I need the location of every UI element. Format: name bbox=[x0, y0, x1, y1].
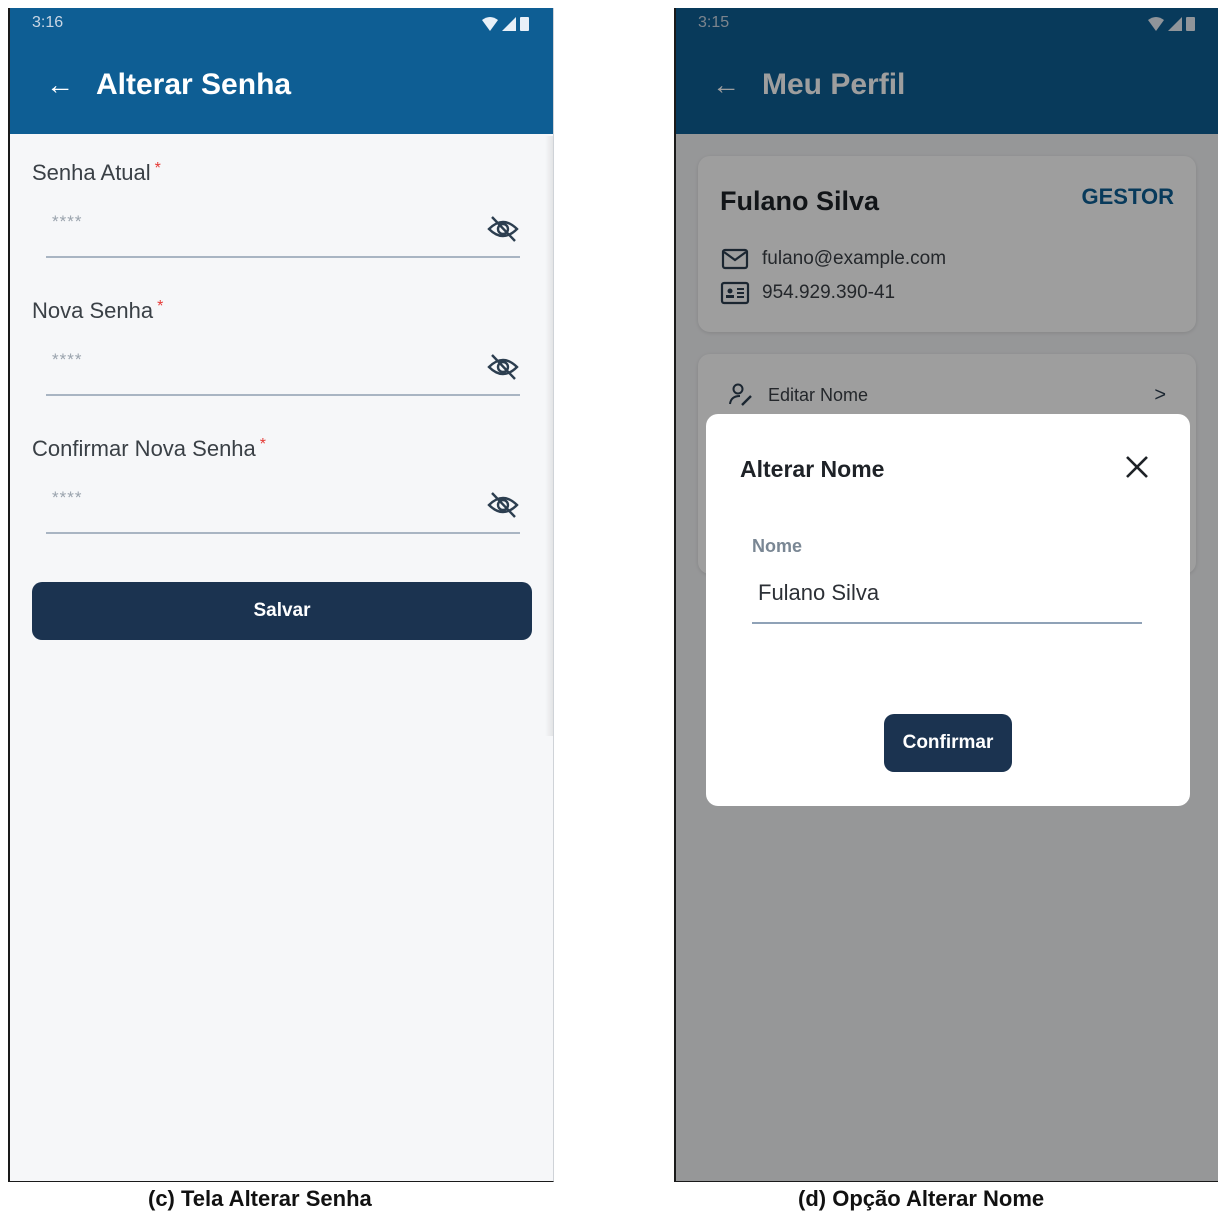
required-mark: * bbox=[157, 298, 164, 315]
caption-left: (c) Tela Alterar Senha bbox=[148, 1186, 372, 1211]
name-input[interactable]: Fulano Silva bbox=[752, 566, 1142, 624]
confirm-password-label-text: Confirmar Nova Senha bbox=[32, 436, 256, 461]
app-bar: 3:16 ← Alterar Senha bbox=[10, 8, 553, 134]
status-bar: 3:16 bbox=[10, 8, 553, 38]
name-input-value: Fulano Silva bbox=[758, 580, 880, 605]
save-button[interactable]: Salvar bbox=[32, 582, 532, 640]
required-mark: * bbox=[259, 436, 267, 453]
status-time: 3:16 bbox=[32, 14, 64, 31]
eye-off-icon[interactable] bbox=[486, 352, 520, 382]
required-mark: * bbox=[154, 160, 161, 177]
eye-off-icon[interactable] bbox=[486, 214, 520, 244]
new-password-input[interactable]: **** bbox=[46, 340, 520, 396]
dialog-title: Alterar Nome bbox=[740, 456, 885, 482]
new-password-label: Nova Senha * bbox=[32, 298, 163, 324]
name-field-label: Nome bbox=[752, 536, 803, 556]
current-password-label-text: Senha Atual bbox=[32, 160, 151, 185]
screen-alterar-senha: 3:16 ← Alterar Senha Senha Atual * **** N… bbox=[8, 8, 554, 1182]
current-password-value: **** bbox=[52, 212, 83, 231]
wifi-icon bbox=[482, 16, 498, 31]
eye-off-icon[interactable] bbox=[486, 490, 520, 520]
battery-icon bbox=[520, 17, 529, 31]
edge-shadow bbox=[545, 136, 553, 736]
screen-meu-perfil: 3:15 ← Meu Perfil Fulano Silva GESTOR fu… bbox=[674, 8, 1218, 1182]
rename-dialog: Alterar Nome Nome Fulano Silva Confirmar bbox=[706, 414, 1190, 806]
caption-right: (d) Opção Alterar Nome bbox=[798, 1186, 1045, 1211]
current-password-label: Senha Atual * bbox=[32, 160, 161, 186]
confirm-password-label: Confirmar Nova Senha * bbox=[32, 436, 266, 462]
confirm-password-value: **** bbox=[52, 488, 83, 507]
signal-icon bbox=[502, 16, 516, 31]
status-icons bbox=[482, 16, 529, 31]
new-password-value: **** bbox=[52, 350, 83, 369]
close-icon[interactable] bbox=[1124, 454, 1150, 480]
confirm-button[interactable]: Confirmar bbox=[884, 714, 1012, 772]
current-password-input[interactable]: **** bbox=[46, 202, 520, 258]
page-title: Alterar Senha bbox=[96, 68, 292, 101]
back-arrow-icon[interactable]: ← bbox=[46, 71, 74, 99]
new-password-label-text: Nova Senha bbox=[32, 298, 154, 323]
confirm-password-input[interactable]: **** bbox=[46, 478, 520, 534]
